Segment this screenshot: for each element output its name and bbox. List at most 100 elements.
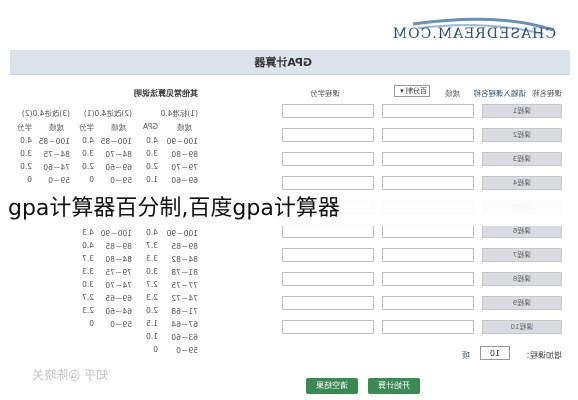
credit-input[interactable] xyxy=(282,104,374,118)
score-input[interactable] xyxy=(382,224,474,238)
table-row: 71－68 2.0 64－60 2.3 xyxy=(8,306,198,318)
table-row: 63－60 1.0 xyxy=(8,332,198,344)
course-name-field[interactable]: 课程10 xyxy=(482,320,562,334)
credit-label: 课程学分 xyxy=(310,89,340,98)
table-row: 89－85 3.7 89－85 4.0 xyxy=(8,241,198,253)
site-logo: CHASEDREAM.COM xyxy=(392,8,568,48)
col-header: (2)改进4.0(1) xyxy=(83,109,132,118)
chevron-down-icon: ▾ xyxy=(400,87,406,95)
table-cell: 1.0 xyxy=(146,175,158,184)
score-input[interactable] xyxy=(382,248,474,262)
credit-input[interactable] xyxy=(282,320,374,334)
course-name-field[interactable]: 课程7 xyxy=(482,248,562,262)
table-cell: 3.3 xyxy=(146,254,158,263)
table-cell: 0 xyxy=(153,345,158,354)
credit-input[interactable] xyxy=(282,272,374,286)
subheader: 成绩 xyxy=(177,123,192,132)
table-row: 59－0 0 xyxy=(8,345,198,357)
col-header: (1)标准4.0 xyxy=(160,109,198,118)
table-cell: 3.0 xyxy=(146,149,158,158)
table-cell: 74－72 xyxy=(171,294,198,303)
table-row: 89－80 3.0 84－70 3.0 84－75 3.0 xyxy=(8,149,198,161)
table-header-row: (1)标准4.0 (2)改进4.0(1) (3)改进4.0(2) xyxy=(8,108,198,120)
table-cell: 4.0 xyxy=(82,136,94,145)
score-input[interactable] xyxy=(382,320,474,334)
score-input[interactable] xyxy=(382,176,474,190)
table-cell: 100－90 xyxy=(166,229,198,238)
course-name-field[interactable]: 课程1 xyxy=(482,104,562,118)
clear-result-button[interactable]: 清空结果 xyxy=(306,378,358,394)
table-row: 100－90 4.0 100－90 4.3 xyxy=(8,228,198,240)
course-count-unit[interactable]: 项 xyxy=(462,350,470,361)
subheader: 成绩 xyxy=(49,123,64,132)
subheader: 学分 xyxy=(79,123,94,132)
table-cell: 84－70 xyxy=(105,150,132,159)
course-name-label: 课程名称 xyxy=(532,89,562,98)
credit-input[interactable] xyxy=(282,152,374,166)
table-cell: 3.3 xyxy=(82,267,94,276)
table-cell: 59－0 xyxy=(176,346,198,355)
window-title: GPA计算器 xyxy=(254,56,312,69)
table-row: 74－72 2.3 69－65 2.7 xyxy=(8,293,198,305)
table-cell: 100－85 xyxy=(38,137,70,146)
table-cell: 3.0 xyxy=(146,267,158,276)
table-cell: 2.7 xyxy=(146,280,158,289)
table-cell: 4.0 xyxy=(146,136,158,145)
table-cell: 77－75 xyxy=(171,281,198,290)
table-row: 77－75 2.7 74－70 3.0 xyxy=(8,280,198,292)
subheader: 成绩 xyxy=(111,123,126,132)
course-name-field[interactable]: 课程3 xyxy=(482,152,562,166)
credit-input[interactable] xyxy=(282,296,374,310)
course-name-field[interactable]: 课程8 xyxy=(482,272,562,286)
table-cell: 2.3 xyxy=(146,293,158,302)
table-cell: 74－60 xyxy=(43,163,70,172)
table-cell: 69－65 xyxy=(105,294,132,303)
table-row: 79－70 2.0 69－60 2.0 74－60 2.0 xyxy=(8,162,198,174)
table-cell: 2.0 xyxy=(146,306,158,315)
watermark: 知乎 @陈晓关 xyxy=(32,368,108,382)
score-input[interactable] xyxy=(382,272,474,286)
table-cell: 4.0 xyxy=(20,136,32,145)
credit-input[interactable] xyxy=(282,248,374,262)
logo-text: CHASEDREAM.COM xyxy=(391,26,556,42)
table-subheader-row: 成绩 GPA 成绩 学分 成绩 学分 xyxy=(8,122,198,134)
score-mode-value: 百分制 xyxy=(406,87,427,95)
headline-overlay: gpa计算器百分制,百度gpa计算器 xyxy=(6,192,574,226)
table-cell: 0 xyxy=(89,175,94,184)
table-cell: 0 xyxy=(27,175,32,184)
table-cell: 4.3 xyxy=(82,228,94,237)
table-cell: 59－0 xyxy=(110,320,132,329)
table-cell: 79－75 xyxy=(105,268,132,277)
table-cell: 84－75 xyxy=(43,150,70,159)
table-cell: 100－85 xyxy=(100,137,132,146)
table-cell: 59－0 xyxy=(48,176,70,185)
table-cell: 89－85 xyxy=(105,242,132,251)
score-mode-select[interactable]: 百分制 ▾ xyxy=(394,85,430,97)
table-cell: 100－90 xyxy=(100,229,132,238)
credit-input[interactable] xyxy=(282,128,374,142)
course-name-field[interactable]: 课程9 xyxy=(482,296,562,310)
score-input[interactable] xyxy=(382,152,474,166)
table-cell: 69－60 xyxy=(171,176,198,185)
table-cell: 67－64 xyxy=(171,320,198,329)
credit-input[interactable] xyxy=(282,224,374,238)
table-cell: 89－85 xyxy=(171,242,198,251)
score-input[interactable] xyxy=(382,104,474,118)
table-cell: 2.0 xyxy=(82,162,94,171)
table-cell: 4.0 xyxy=(82,241,94,250)
score-input[interactable] xyxy=(382,296,474,310)
conversion-table: 其他常见算法说明 (1)标准4.0 (2)改进4.0(1) (3)改进4.0(2… xyxy=(8,80,198,380)
start-calc-button[interactable]: 开始计算 xyxy=(368,378,420,394)
course-name-field[interactable]: 课程4 xyxy=(482,176,562,190)
table-cell: 64－60 xyxy=(105,307,132,316)
table-cell: 3.7 xyxy=(146,241,158,250)
credit-input[interactable] xyxy=(282,176,374,190)
table-row: 100－90 4.0 100－85 4.0 100－85 4.0 xyxy=(8,136,198,148)
course-count-input[interactable]: 10 xyxy=(480,346,510,360)
table-cell: 89－80 xyxy=(171,150,198,159)
table-cell: 3.0 xyxy=(82,149,94,158)
score-input[interactable] xyxy=(382,128,474,142)
course-name-field[interactable]: 课程6 xyxy=(482,224,562,238)
table-cell: 59－0 xyxy=(110,176,132,185)
course-name-field[interactable]: 课程2 xyxy=(482,128,562,142)
